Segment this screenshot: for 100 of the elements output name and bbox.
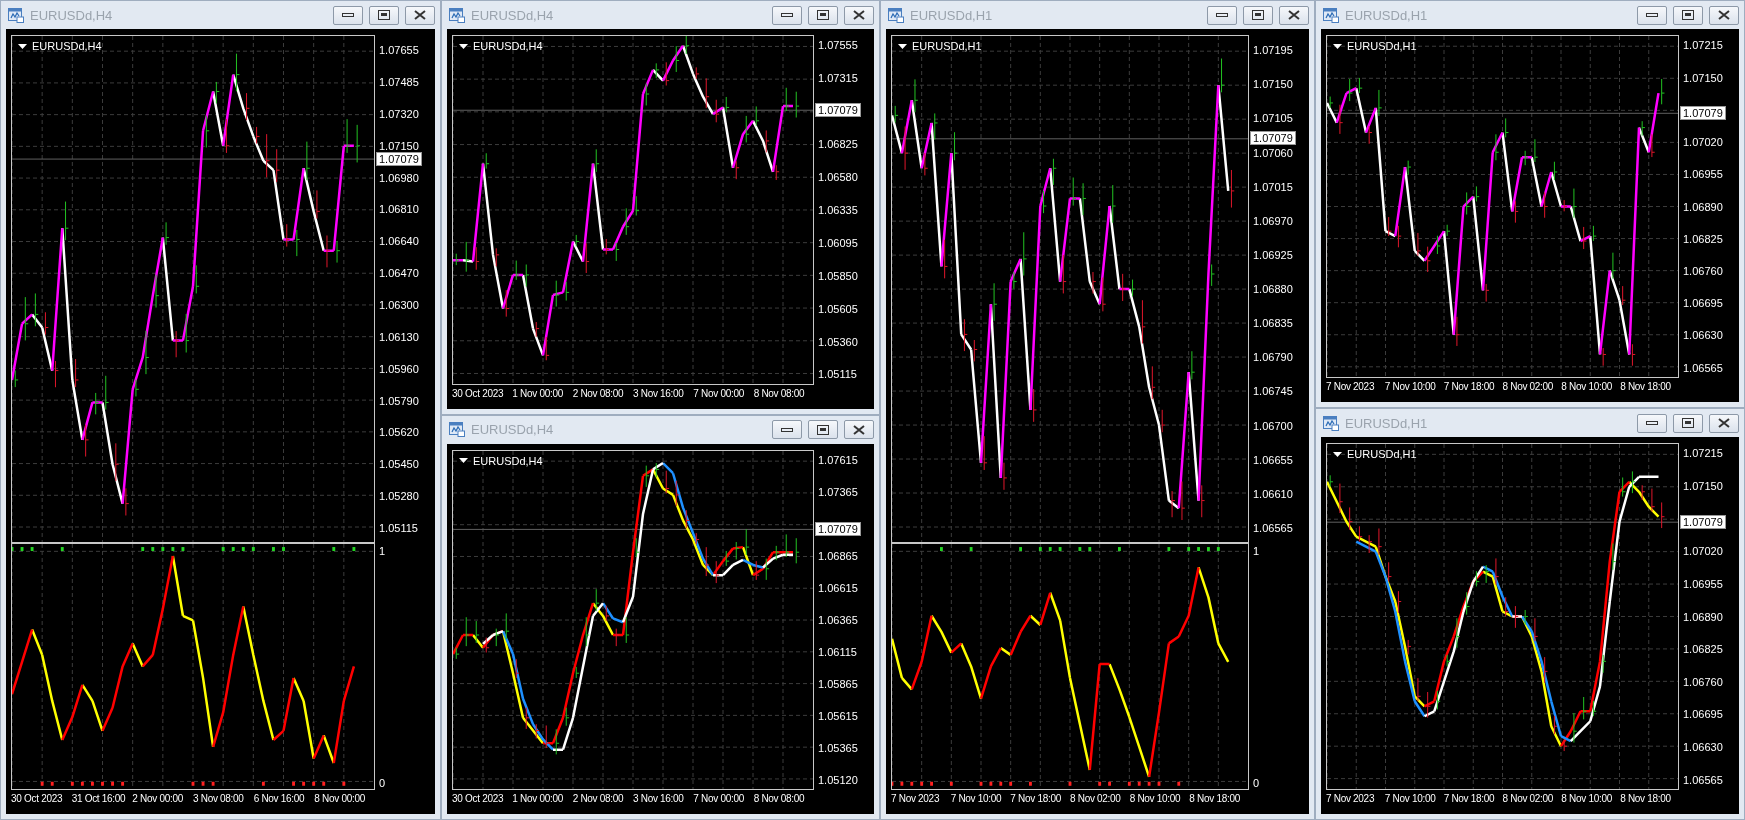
price-scale-label: 1.07150 (1253, 78, 1293, 91)
price-scale-label: 1.06760 (1683, 675, 1723, 688)
chart-symbol-label: EURUSDd,H4 (32, 40, 102, 52)
price-scale-label: 0 (379, 776, 386, 789)
close-icon (853, 10, 865, 20)
minimize-button[interactable] (333, 5, 363, 25)
restore-button[interactable] (808, 5, 838, 25)
time-scale-label: 6 Nov 16:00 (253, 793, 305, 804)
chart-symbol-label: EURUSDd,H4 (473, 454, 543, 467)
price-scale-label: 1.05280 (379, 490, 419, 503)
price-scale-label: 1.06700 (1253, 419, 1293, 432)
restore-button[interactable] (1673, 5, 1703, 25)
close-icon (1718, 10, 1730, 20)
time-scale-label: 7 Nov 18:00 (1443, 793, 1495, 804)
price-scale-label: 1.07365 (818, 486, 858, 499)
caret-icon[interactable] (18, 43, 27, 49)
price-scale-label: 1.06655 (1253, 453, 1293, 466)
price-scale-label: 1 (1253, 544, 1260, 557)
time-scale-label: 8 Nov 02:00 (1502, 381, 1554, 393)
time-scale-label: 7 Nov 10:00 (1384, 381, 1436, 393)
time-scale-label: 7 Nov 2023 (1326, 793, 1375, 804)
minimize-icon (1646, 13, 1658, 17)
minimize-icon (781, 13, 793, 17)
restore-button[interactable] (369, 5, 399, 25)
current-price-label: 1.07079 (1250, 131, 1296, 146)
time-scale-label: 7 Nov 2023 (891, 793, 940, 804)
price-scale-label: 1.07315 (818, 72, 858, 85)
close-button[interactable] (844, 420, 874, 440)
time-scale-label: 8 Nov 10:00 (1129, 793, 1181, 804)
price-scale-label: 1.06695 (1683, 708, 1723, 721)
chart-symbol-label: EURUSDd,H1 (1347, 448, 1417, 461)
price-scale-label: 1.05605 (818, 302, 858, 315)
close-button[interactable] (1709, 413, 1739, 433)
current-price-label: 1.07079 (815, 521, 861, 536)
caret-icon[interactable] (1333, 43, 1342, 49)
price-scale-label: 1.05790 (379, 394, 419, 407)
price-scale-label: 1.05615 (818, 709, 858, 722)
chart-symbol-label: EURUSDd,H1 (912, 40, 982, 52)
close-button[interactable] (1709, 5, 1739, 25)
close-button[interactable] (844, 5, 874, 25)
restore-button[interactable] (808, 420, 838, 440)
time-scale-label: 8 Nov 18:00 (1620, 381, 1671, 393)
caret-icon[interactable] (459, 43, 468, 49)
minimize-icon (781, 427, 793, 432)
price-scale-label: 1.06745 (1253, 385, 1293, 398)
price-scale-label: 1.06970 (1253, 214, 1293, 227)
chart-window-icon (1323, 415, 1339, 431)
price-scale-label: 1.06470 (379, 267, 419, 280)
price-scale-label: 1.07105 (1253, 112, 1293, 125)
restore-icon (1682, 418, 1694, 429)
time-scale-label: 8 Nov 00:00 (314, 793, 365, 804)
caret-icon[interactable] (898, 43, 907, 49)
restore-button[interactable] (1673, 413, 1703, 433)
price-scale-label: 1.06565 (1683, 773, 1723, 786)
time-scale-label: 8 Nov 08:00 (753, 387, 805, 399)
time-scale-label: 7 Nov 10:00 (1384, 793, 1436, 804)
minimize-icon (1646, 421, 1658, 426)
close-button[interactable] (405, 5, 435, 25)
time-scale-label: 8 Nov 18:00 (1189, 793, 1240, 804)
minimize-button[interactable] (1637, 5, 1667, 25)
close-icon (1288, 10, 1300, 20)
close-button[interactable] (1279, 5, 1309, 25)
time-scale-label: 8 Nov 10:00 (1561, 381, 1612, 393)
time-scale-label: 2 Nov 08:00 (572, 387, 624, 399)
price-scale-label: 0 (1253, 776, 1260, 789)
price-scale-label: 1.07015 (1253, 180, 1293, 193)
minimize-button[interactable] (1207, 5, 1237, 25)
minimize-button[interactable] (772, 420, 802, 440)
chart-symbol-label: EURUSDd,H1 (1347, 40, 1417, 52)
restore-icon (378, 10, 390, 20)
caret-icon[interactable] (1333, 451, 1342, 457)
time-scale-label: 7 Nov 18:00 (1010, 793, 1061, 804)
current-price-label: 1.07079 (376, 151, 422, 166)
price-scale-label: 1.06630 (1683, 329, 1723, 342)
price-scale-label: 1.07320 (379, 107, 419, 120)
restore-icon (1252, 10, 1264, 20)
current-price-label: 1.07079 (1680, 105, 1726, 120)
time-scale-label: 7 Nov 00:00 (693, 793, 744, 804)
price-scale-label: 1.07615 (818, 454, 858, 467)
time-scale-label: 8 Nov 02:00 (1070, 793, 1121, 804)
close-icon (414, 10, 426, 20)
minimize-button[interactable] (1637, 413, 1667, 433)
price-scale-label: 1.07060 (1253, 146, 1293, 159)
price-scale-label: 1.06095 (818, 236, 858, 249)
time-scale-label: 3 Nov 08:00 (193, 793, 244, 804)
caret-icon[interactable] (459, 458, 468, 464)
chart-window-icon (1323, 7, 1339, 23)
minimize-button[interactable] (772, 5, 802, 25)
time-scale-label: 30 Oct 2023 (452, 793, 504, 804)
price-scale-label: 1.07020 (1683, 545, 1723, 558)
restore-icon (817, 10, 829, 20)
price-scale-label: 1.07555 (818, 39, 858, 52)
chart-symbol-label: EURUSDd,H4 (473, 40, 543, 52)
price-scale-label: 1.06580 (818, 171, 858, 184)
price-scale-label: 1.06810 (379, 203, 419, 216)
time-scale-label: 8 Nov 02:00 (1502, 793, 1554, 804)
restore-button[interactable] (1243, 5, 1273, 25)
price-scale-label: 1.05450 (379, 458, 419, 471)
restore-icon (1682, 10, 1694, 20)
price-scale-label: 1.06615 (818, 582, 858, 594)
